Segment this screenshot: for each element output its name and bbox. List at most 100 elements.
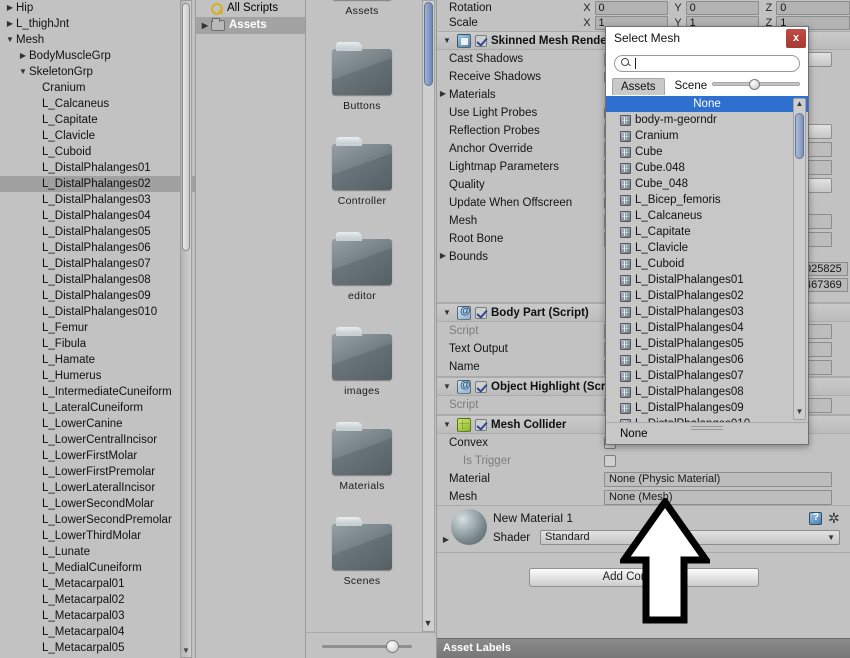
hierarchy-item[interactable]: ▶L_Calcaneus (0, 96, 195, 112)
project-scroll-down-icon[interactable]: ▼ (422, 618, 434, 631)
folder-item[interactable]: Scenes (306, 517, 418, 587)
chevron-right-icon[interactable]: ▶ (437, 86, 449, 102)
hierarchy-item[interactable]: ▶L_DistalPhalanges09 (0, 288, 195, 304)
mesh-list-item[interactable]: L_Calcaneus (606, 208, 808, 224)
project-zoom-slider[interactable] (306, 632, 436, 658)
close-icon[interactable]: x (786, 29, 806, 48)
hierarchy-item[interactable]: ▶ Hip (0, 0, 195, 16)
hierarchy-item[interactable]: ▶L_Metacarpal03 (0, 608, 195, 624)
chevron-down-icon[interactable]: ▼ (17, 64, 29, 80)
hierarchy-item[interactable]: ▶L_MedialCuneiform (0, 560, 195, 576)
chevron-down-icon[interactable]: ▼ (441, 379, 453, 395)
hierarchy-item[interactable]: ▶L_DistalPhalanges01 (0, 160, 195, 176)
hierarchy-item[interactable]: ▶L_LowerCentralIncisor (0, 432, 195, 448)
hierarchy-item[interactable]: ▶L_Humerus (0, 368, 195, 384)
folder-item[interactable]: images (306, 327, 418, 397)
mesh-list-item[interactable]: L_DistalPhalanges04 (606, 320, 808, 336)
hierarchy-item[interactable]: ▶L_DistalPhalanges07 (0, 256, 195, 272)
chevron-right-icon[interactable]: ▶ (4, 16, 16, 32)
scroll-down-arrow-icon[interactable]: ▼ (181, 645, 191, 657)
add-component-button[interactable]: Add Component (529, 568, 759, 587)
mesh-list-item[interactable]: L_DistalPhalanges02 (606, 288, 808, 304)
hierarchy-item[interactable]: ▶L_Lunate (0, 544, 195, 560)
mesh-scroll-thumb[interactable] (795, 113, 804, 159)
chevron-right-icon[interactable]: ▶ (17, 48, 29, 64)
hierarchy-item[interactable]: ▶L_IntermediateCuneiform (0, 384, 195, 400)
component-enabled-checkbox[interactable] (475, 34, 487, 47)
mesh-list-item[interactable]: L_Cuboid (606, 256, 808, 272)
rotation-x-field[interactable]: 0 (594, 0, 669, 15)
mesh-list-scrollbar[interactable]: ▲ ▼ (793, 98, 806, 420)
hierarchy-item[interactable]: ▶L_LowerFirstPremolar (0, 464, 195, 480)
hierarchy-item[interactable]: ▶ BodyMuscleGrp (0, 48, 195, 64)
dialog-zoom-slider[interactable] (712, 79, 800, 90)
asset-labels-bar[interactable]: Asset Labels (437, 638, 850, 658)
chevron-down-icon[interactable]: ▼ (441, 417, 453, 433)
scroll-down-arrow-icon[interactable]: ▼ (794, 407, 805, 419)
row-checkbox[interactable] (604, 455, 616, 467)
mesh-list[interactable]: None body-m-georndr Cranium Cube Cube.048 Cub… (606, 96, 808, 422)
hierarchy-item[interactable]: ▶L_Metacarpal02 (0, 592, 195, 608)
hierarchy-item[interactable]: ▶L_Capitate (0, 112, 195, 128)
mesh-list-item[interactable]: L_DistalPhalanges09 (606, 400, 808, 416)
gear-icon[interactable] (828, 510, 842, 528)
folder-item[interactable]: Materials (306, 422, 418, 492)
component-enabled-checkbox[interactable] (475, 380, 487, 393)
hierarchy-item[interactable]: ▶ L_thighJnt (0, 16, 195, 32)
search-input[interactable] (614, 54, 800, 72)
folder-item[interactable]: Controller (306, 137, 418, 207)
hierarchy-item[interactable]: ▶L_DistalPhalanges06 (0, 240, 195, 256)
mesh-list-item[interactable]: L_DistalPhalanges06 (606, 352, 808, 368)
mesh-list-item[interactable]: L_Bicep_femoris (606, 192, 808, 208)
hierarchy-item[interactable]: ▶L_Cuboid (0, 144, 195, 160)
scroll-up-arrow-icon[interactable]: ▲ (794, 99, 805, 111)
hierarchy-scrollbar[interactable]: ▼ (180, 0, 192, 658)
folder-item[interactable]: Assets (306, 0, 418, 17)
mesh-list-item[interactable]: Cube (606, 144, 808, 160)
project-tree-item-all-scripts[interactable]: All Scripts (196, 0, 305, 17)
hierarchy-item[interactable]: ▶L_DistalPhalanges010 (0, 304, 195, 320)
row-object-field[interactable]: None (Physic Material) (604, 471, 832, 487)
mesh-list-item[interactable]: None (606, 96, 808, 112)
mesh-list-item[interactable]: L_DistalPhalanges08 (606, 384, 808, 400)
hierarchy-item[interactable]: ▼ SkeletonGrp (0, 64, 195, 80)
row-object-field[interactable]: None (Mesh) (604, 489, 832, 505)
hierarchy-item[interactable]: ▶L_DistalPhalanges08 (0, 272, 195, 288)
hierarchy-item[interactable]: ▶L_LowerSecondMolar (0, 496, 195, 512)
hierarchy-item[interactable]: ▶L_Clavicle (0, 128, 195, 144)
hierarchy-item[interactable]: ▶L_LateralCuneiform (0, 400, 195, 416)
hierarchy-item[interactable]: ▶L_DistalPhalanges04 (0, 208, 195, 224)
project-scroll-thumb[interactable] (424, 2, 433, 86)
project-scrollbar[interactable] (422, 0, 435, 632)
project-folder-grid[interactable]: Assets Buttons Controller editor images Mater… (306, 0, 436, 658)
chevron-down-icon[interactable]: ▼ (4, 32, 16, 48)
hierarchy-item[interactable]: ▶L_Hamate (0, 352, 195, 368)
hierarchy-item[interactable]: ▶L_LowerThirdMolar (0, 528, 195, 544)
hierarchy-scroll-thumb[interactable] (182, 3, 190, 251)
tab-scene[interactable]: Scene (667, 78, 716, 94)
hierarchy-item[interactable]: ▶L_Metacarpal05 (0, 640, 195, 656)
component-enabled-checkbox[interactable] (475, 418, 487, 431)
hierarchy-item[interactable]: ▶L_Metacarpal04 (0, 624, 195, 640)
folder-item[interactable]: Buttons (306, 42, 418, 112)
hierarchy-item[interactable]: ▶L_LowerSecondPremolar (0, 512, 195, 528)
folder-item[interactable]: editor (306, 232, 418, 302)
chevron-down-icon[interactable]: ▼ (441, 305, 453, 321)
hierarchy-item[interactable]: ▶L_Femur (0, 320, 195, 336)
hierarchy-item[interactable]: ▶L_LowerLateralIncisor (0, 480, 195, 496)
mesh-list-item[interactable]: L_Clavicle (606, 240, 808, 256)
hierarchy-item[interactable]: ▶L_LowerCanine (0, 416, 195, 432)
rotation-y-field[interactable]: 0 (685, 0, 760, 15)
chevron-right-icon[interactable]: ▶ (199, 18, 211, 34)
mesh-list-item[interactable]: Cube_048 (606, 176, 808, 192)
tab-assets[interactable]: Assets (612, 77, 665, 95)
rotation-z-field[interactable]: 0 (776, 0, 850, 15)
mesh-list-item[interactable]: L_DistalPhalanges03 (606, 304, 808, 320)
mesh-list-item[interactable]: L_DistalPhalanges01 (606, 272, 808, 288)
hierarchy-list[interactable]: ▶ Hip ▶ L_thighJnt ▼ Mesh ▶ BodyMuscleGrp ▼ Skele… (0, 0, 195, 656)
chevron-right-icon[interactable]: ▶ (4, 0, 16, 16)
chevron-down-icon[interactable]: ▼ (441, 33, 453, 49)
hierarchy-item[interactable]: ▶Cranium (0, 80, 195, 96)
mesh-list-item[interactable]: body-m-georndr (606, 112, 808, 128)
material-foldout-icon[interactable]: ▶ (440, 532, 452, 548)
